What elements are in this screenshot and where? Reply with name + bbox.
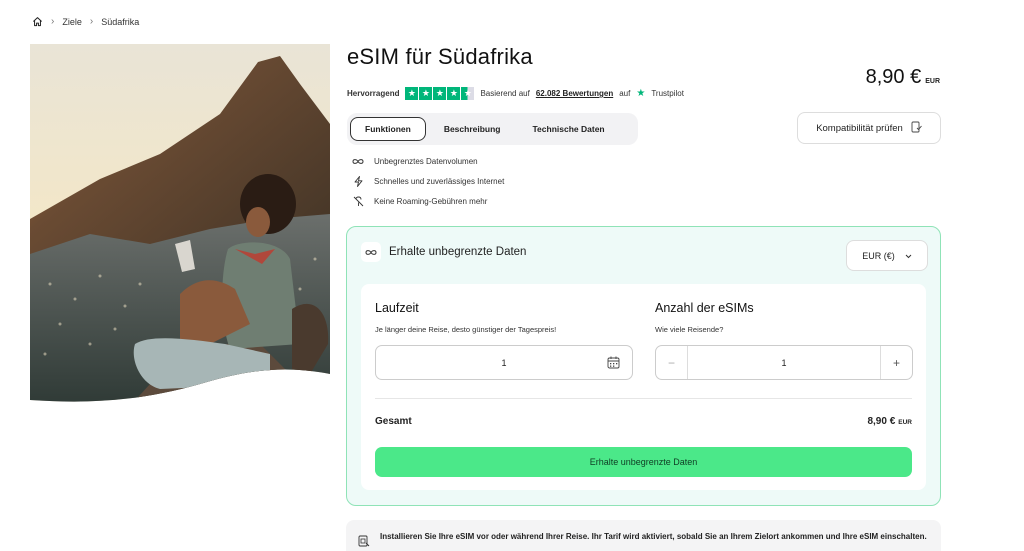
tab-technische-daten[interactable]: Technische Daten [519, 117, 619, 141]
rating-label: Hervorragend [347, 89, 400, 98]
currency-value: EUR (€) [862, 250, 895, 261]
trustpilot-rating: Hervorragend ★ ★ ★ ★ ★ Basierend auf 62.… [347, 87, 684, 100]
star-icon: ★ [433, 87, 447, 100]
chevron-down-icon [905, 251, 912, 261]
total-currency: EUR [898, 419, 912, 426]
decrement-button[interactable]: − [656, 346, 688, 379]
feature-item: Schnelles und zuverlässiges Internet [352, 176, 504, 187]
duration-heading: Laufzeit [375, 301, 419, 315]
star-icon: ★ [405, 87, 419, 100]
compatibility-label: Kompatibilität prüfen [816, 122, 903, 134]
esim-count-section: Anzahl der eSIMs Wie viele Reisende? − 1… [655, 301, 913, 380]
plan-options: Laufzeit Je länger deine Reise, desto gü… [361, 284, 926, 490]
duration-input[interactable]: 1 [375, 345, 633, 380]
plan-title: Erhalte unbegrenzte Daten [389, 246, 527, 258]
total-value: 8,90 € [867, 416, 896, 427]
rating-based-on: Basierend auf [480, 89, 530, 98]
price-amount: 8,90 € [865, 66, 922, 88]
rating-on: auf [619, 89, 631, 98]
star-icon: ★ [419, 87, 433, 100]
trustpilot-logo-text: Trustpilot [651, 89, 684, 98]
esim-count-hint: Wie viele Reisende? [655, 325, 724, 334]
esim-count-heading: Anzahl der eSIMs [655, 301, 754, 315]
divider [375, 398, 912, 399]
currency-select[interactable]: EUR (€) [846, 240, 928, 271]
calendar-icon[interactable] [607, 356, 620, 371]
home-icon[interactable] [32, 16, 43, 27]
no-roaming-icon [352, 196, 364, 207]
tab-funktionen[interactable]: Funktionen [350, 117, 426, 141]
star-half-icon: ★ [461, 87, 475, 100]
install-notice: Installieren Sie Ihre eSIM vor oder währ… [346, 520, 941, 551]
infinity-icon [361, 242, 381, 262]
duration-section: Laufzeit Je länger deine Reise, desto gü… [375, 301, 633, 380]
total-label: Gesamt [375, 416, 412, 427]
trustpilot-star-icon: ★ [636, 88, 646, 99]
breadcrumb-item-ziele[interactable]: Ziele [62, 17, 82, 27]
price: 8,90 € EUR [866, 66, 940, 89]
price-currency: EUR [925, 78, 940, 85]
breadcrumb-item-current: Südafrika [101, 16, 140, 27]
reviews-link[interactable]: 62.082 Bewertungen [536, 89, 613, 98]
product-tabs: Funktionen Beschreibung Technische Daten [347, 113, 638, 145]
tab-beschreibung[interactable]: Beschreibung [430, 117, 515, 141]
buy-button[interactable]: Erhalte unbegrenzte Daten [375, 447, 912, 477]
plan-header: Erhalte unbegrenzte Daten [361, 242, 526, 262]
breadcrumb: › Ziele › Südafrika [32, 16, 139, 27]
quantity-stepper: − 1 + [655, 345, 913, 380]
hero-image [30, 44, 330, 406]
duration-value: 1 [501, 357, 507, 368]
check-compatibility-button[interactable]: Kompatibilität prüfen [797, 112, 941, 144]
increment-button[interactable]: + [880, 346, 912, 379]
infinity-icon [352, 158, 364, 165]
lightning-icon [352, 176, 364, 187]
star-icon: ★ [447, 87, 461, 100]
chevron-right-icon: › [51, 16, 55, 27]
esim-icon [358, 535, 370, 551]
product-title: eSIM für Südafrika [347, 44, 533, 69]
install-notice-text: Installieren Sie Ihre eSIM vor oder währ… [380, 532, 927, 541]
feature-label: Schnelles und zuverlässiges Internet [374, 177, 505, 186]
feature-list: Unbegrenztes Datenvolumen Schnelles und … [352, 156, 504, 207]
total-amount: 8,90 € EUR [867, 416, 912, 427]
rating-stars: ★ ★ ★ ★ ★ [405, 87, 475, 100]
plan-card: Erhalte unbegrenzte Daten EUR (€) Laufze… [346, 226, 941, 506]
feature-label: Keine Roaming-Gebühren mehr [374, 197, 488, 206]
feature-item: Keine Roaming-Gebühren mehr [352, 196, 504, 207]
chevron-right-icon: › [89, 16, 94, 27]
duration-hint: Je länger deine Reise, desto günstiger d… [375, 325, 557, 334]
feature-item: Unbegrenztes Datenvolumen [352, 156, 504, 167]
feature-label: Unbegrenztes Datenvolumen [374, 157, 478, 166]
quantity-value[interactable]: 1 [688, 346, 880, 379]
device-check-icon [911, 121, 922, 136]
total-row: Gesamt 8,90 € EUR [375, 416, 912, 427]
